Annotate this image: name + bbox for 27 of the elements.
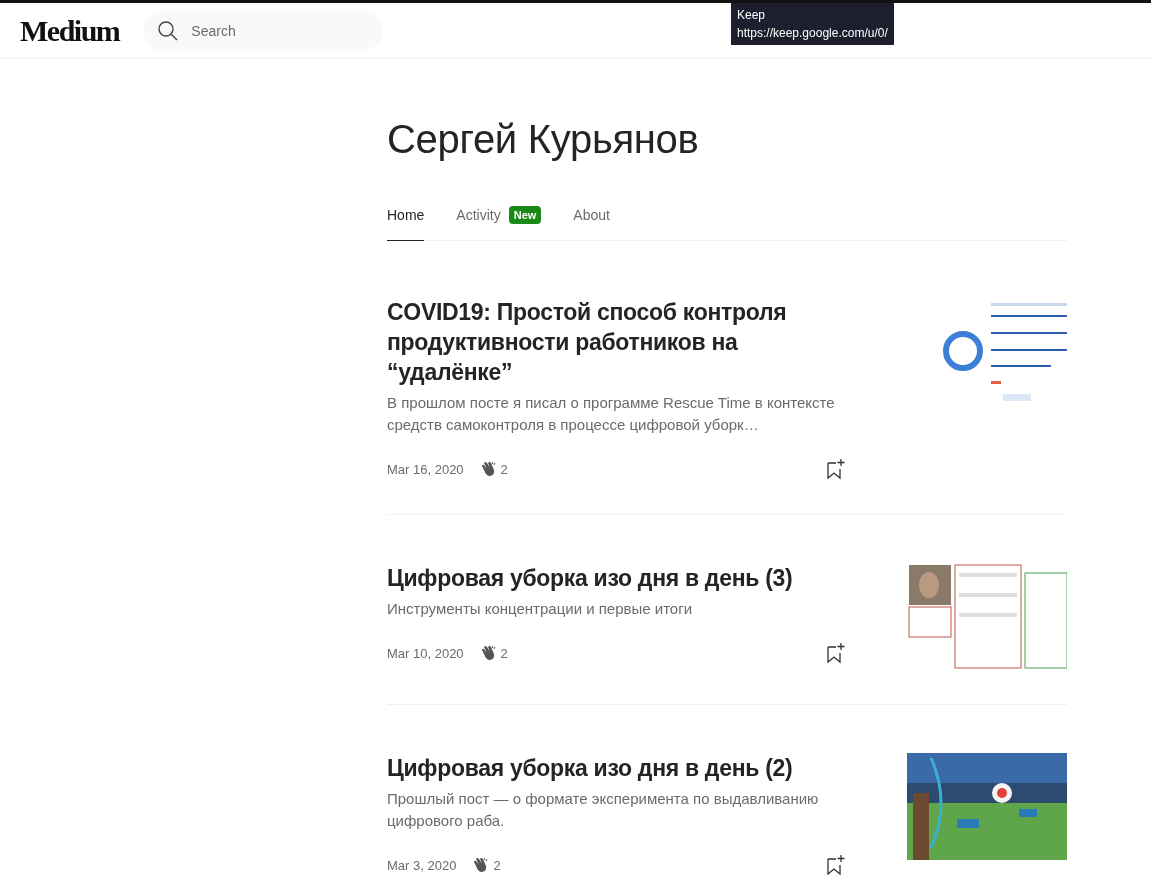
search-field[interactable]: Search (143, 10, 384, 51)
clap-count: 2 (500, 645, 508, 661)
search-icon (157, 19, 180, 42)
clap-icon[interactable] (479, 645, 498, 661)
profile-tab[interactable]: Activity (456, 199, 501, 241)
article-subtitle[interactable]: В прошлом посте я писал о программе Rescue Time в контексте средств самоконтроля в процессе цифровой уборк… (387, 392, 851, 436)
clap-icon[interactable] (479, 461, 498, 477)
tooltip-title: Keep (737, 7, 767, 24)
article-title[interactable]: Цифровая уборка изо дня в день (2) (387, 753, 851, 783)
article-date: Mar 16, 2020 (387, 461, 464, 477)
article-title[interactable]: Цифровая уборка изо дня в день (3) (387, 563, 851, 593)
article-subtitle[interactable]: Инструменты концентрации и первые итоги (387, 598, 851, 620)
new-badge: New (508, 206, 542, 224)
profile-tab[interactable]: About (573, 199, 610, 241)
article-date: Mar 10, 2020 (387, 645, 464, 661)
clap-count: 2 (493, 857, 501, 873)
bookmark-add-icon[interactable] (825, 642, 845, 664)
clap-count: 2 (500, 461, 508, 477)
article-date: Mar 3, 2020 (387, 857, 457, 873)
article-subtitle[interactable]: Прошлый пост — о формате эксперимента по выдавливанию цифрового раба. (387, 788, 851, 832)
bookmark-add-icon[interactable] (825, 854, 845, 875)
article-title[interactable]: COVID19: Простой способ контроля продуктивности работников на “удалёнке” (387, 297, 851, 387)
profile-name: Сергей Курьянов (387, 116, 700, 163)
tooltip-url: https://keep.google.com/u/0/ (737, 25, 888, 42)
profile-tab[interactable]: Home (387, 199, 425, 241)
bookmark-add-icon[interactable] (825, 458, 845, 480)
medium-logo[interactable]: Medium (20, 13, 120, 48)
